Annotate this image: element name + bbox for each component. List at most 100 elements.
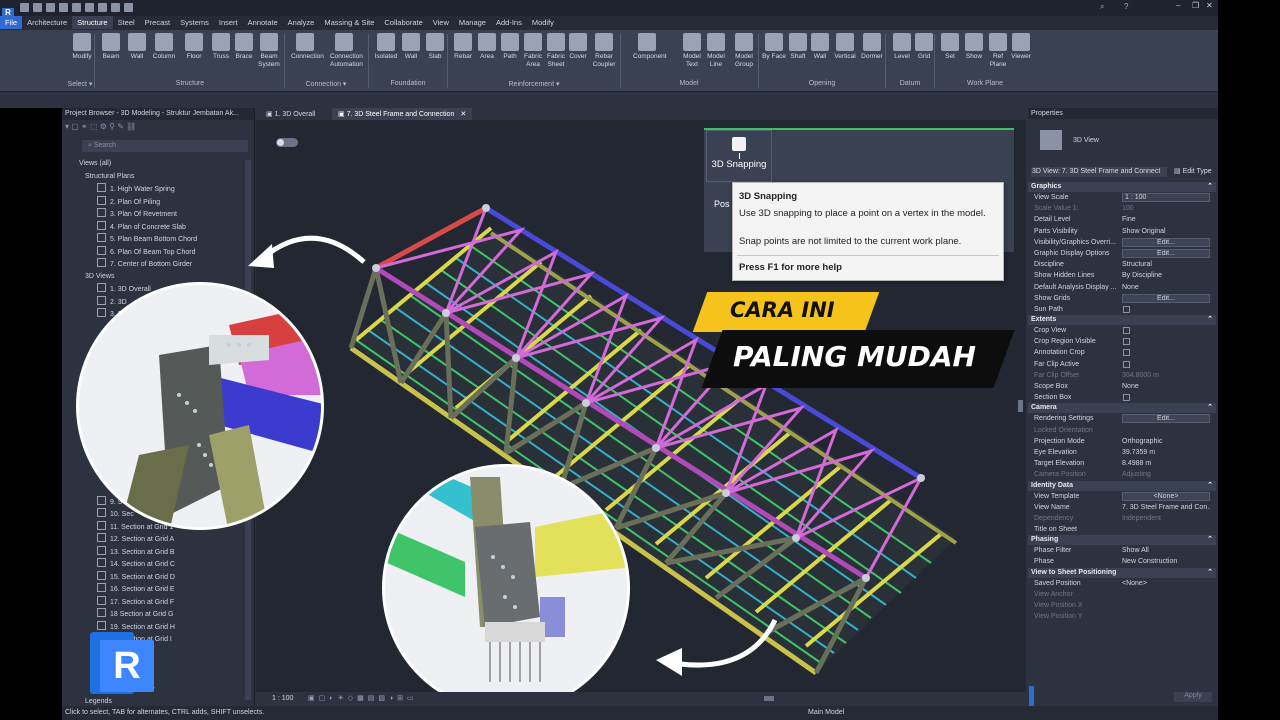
tree-3d-views[interactable]: 3D Views bbox=[62, 271, 247, 284]
tree-view-item[interactable]: 7. Center of Bottom Girder bbox=[62, 258, 247, 271]
component-button[interactable]: Component bbox=[633, 33, 667, 61]
rebar-coupler-button[interactable]: Rebar Coupler bbox=[590, 33, 618, 69]
prop-value[interactable]: 39.7359 m bbox=[1122, 447, 1210, 458]
prop-section-graphics[interactable]: Graphics ⌃ bbox=[1028, 182, 1216, 192]
tab-collaborate[interactable]: Collaborate bbox=[379, 16, 427, 29]
tree-structural-plans[interactable]: Structural Plans bbox=[62, 171, 247, 184]
prop-value[interactable]: New Construction bbox=[1122, 556, 1210, 567]
vertical-scrollbar[interactable] bbox=[1018, 400, 1023, 412]
tree-view-item[interactable]: 17. Section at Grid F bbox=[62, 596, 247, 609]
tree-view-item[interactable]: 16. Section at Grid E bbox=[62, 583, 247, 596]
checkbox[interactable] bbox=[1123, 360, 1130, 368]
minimize-icon[interactable]: – bbox=[1176, 1, 1180, 10]
tree-view-item[interactable]: 4. Plan of Concrete Slab bbox=[62, 221, 247, 234]
tree-view-item[interactable]: 3. Plan Of Revetment bbox=[62, 208, 247, 221]
view-selector[interactable]: 3D View: 7. 3D Steel Frame and Connect bbox=[1031, 167, 1167, 177]
undo-icon[interactable] bbox=[59, 3, 69, 12]
3d-snapping-button[interactable]: 3D Snapping bbox=[706, 130, 772, 182]
dormer-button[interactable]: Dormer bbox=[858, 33, 886, 61]
collapse-icon[interactable]: ⌃ bbox=[1207, 182, 1213, 192]
horizontal-scrollbar[interactable] bbox=[764, 696, 774, 701]
open-icon[interactable] bbox=[20, 3, 30, 12]
tree-view-item[interactable]: 15. Section at Grid D bbox=[62, 571, 247, 584]
ribbon-group-4[interactable]: Reinforcement ▾ bbox=[448, 80, 620, 88]
tab-manage[interactable]: Manage bbox=[454, 16, 491, 29]
tab-massing-site[interactable]: Massing & Site bbox=[319, 16, 379, 29]
checkbox[interactable] bbox=[1123, 327, 1130, 335]
checkbox[interactable] bbox=[1123, 338, 1130, 346]
prop-section-camera[interactable]: Camera ⌃ bbox=[1028, 403, 1216, 414]
prop-section-extents[interactable]: Extents ⌃ bbox=[1028, 315, 1216, 326]
view-controls[interactable]: ▣▢◐☀◇▦▤▨◑⊞▭ bbox=[308, 694, 418, 702]
tab-insert[interactable]: Insert bbox=[214, 16, 243, 29]
redo-icon[interactable] bbox=[72, 3, 82, 12]
prop-value[interactable]: Show Original bbox=[1122, 226, 1210, 237]
restore-icon[interactable]: ❐ bbox=[1192, 1, 1199, 10]
model-group-button[interactable]: Model Group bbox=[730, 33, 758, 69]
prop-value[interactable]: Show All bbox=[1122, 545, 1210, 556]
prop-value[interactable]: Adjusting bbox=[1122, 469, 1210, 480]
tree-view-item[interactable]: 1. High Water Spring bbox=[62, 183, 247, 196]
tree-view-item[interactable]: 18 Section at Grid G bbox=[62, 608, 247, 621]
3d-view-icon[interactable] bbox=[124, 3, 134, 12]
view-scale[interactable]: 1 : 100 bbox=[272, 695, 293, 702]
prop-section-phasing[interactable]: Phasing ⌃ bbox=[1028, 535, 1216, 546]
prop-edit-button[interactable]: <None> bbox=[1122, 491, 1210, 501]
ribbon-group-6[interactable]: Opening bbox=[759, 80, 885, 87]
panel-resize-handle[interactable] bbox=[1029, 686, 1034, 706]
tree-view-item[interactable]: 12. Section at Grid A bbox=[62, 533, 247, 546]
ribbon-group-1[interactable]: Structure bbox=[96, 80, 284, 87]
print-icon[interactable] bbox=[85, 3, 95, 12]
main-model[interactable]: Main Model bbox=[808, 709, 844, 716]
wall-button[interactable]: Wall bbox=[806, 33, 834, 61]
prop-edit-button[interactable]: Edit... bbox=[1122, 237, 1210, 247]
help-icon[interactable]: ? bbox=[1124, 2, 1128, 11]
edit-type-button[interactable]: ▤ Edit Type bbox=[1174, 167, 1212, 175]
tab-steel[interactable]: Steel bbox=[113, 16, 140, 29]
measure-icon[interactable] bbox=[98, 3, 108, 12]
connection-automation-button[interactable]: Connection Automation bbox=[330, 33, 363, 69]
apply-button[interactable]: Apply bbox=[1174, 692, 1212, 702]
ribbon-group-8[interactable]: Work Plane bbox=[935, 80, 1035, 87]
prop-value[interactable]: Structural bbox=[1122, 259, 1210, 270]
ribbon-group-5[interactable]: Model bbox=[621, 80, 757, 87]
tab-modify[interactable]: Modify bbox=[527, 16, 559, 29]
prop-value[interactable]: Orthographic bbox=[1122, 436, 1210, 447]
prop-value[interactable]: Fine bbox=[1122, 214, 1210, 225]
slab-button[interactable]: Slab bbox=[421, 33, 449, 61]
sync-icon[interactable] bbox=[46, 3, 56, 12]
tab-analyze[interactable]: Analyze bbox=[283, 16, 320, 29]
tree-view-item[interactable]: 2. Plan Of Piling bbox=[62, 196, 247, 209]
prop-value[interactable]: By Discipline bbox=[1122, 270, 1210, 281]
checkbox[interactable] bbox=[1123, 305, 1130, 313]
browser-search-input[interactable]: ⌕ Search bbox=[82, 140, 248, 152]
wall-button[interactable]: Wall bbox=[123, 33, 151, 61]
prop-value[interactable]: Independent bbox=[1122, 513, 1210, 524]
save-icon[interactable] bbox=[33, 3, 43, 12]
ribbon-group-7[interactable]: Datum bbox=[886, 80, 934, 87]
prop-value[interactable]: 304.8000 m bbox=[1122, 370, 1210, 381]
cover-button[interactable]: Cover bbox=[564, 33, 592, 61]
collapse-icon[interactable]: ⌃ bbox=[1207, 535, 1213, 545]
close-icon[interactable]: ✕ bbox=[1206, 1, 1213, 10]
floor-button[interactable]: Floor bbox=[180, 33, 208, 61]
prop-value[interactable]: <None> bbox=[1122, 578, 1210, 589]
text-icon[interactable] bbox=[111, 3, 121, 12]
model-line-button[interactable]: Model Line bbox=[702, 33, 730, 69]
prop-section-view-to-sheet-positioning[interactable]: View to Sheet Positioning ⌃ bbox=[1028, 567, 1216, 578]
browser-toolbar[interactable]: ▾ ▢ ⚭ ⬚ ⚙ ⚲ ✎ ⛓ bbox=[65, 122, 136, 131]
modify-button[interactable]: Modify bbox=[68, 33, 96, 61]
beam-button[interactable]: Beam bbox=[97, 33, 125, 61]
prop-value[interactable]: None bbox=[1122, 381, 1210, 392]
tab-add-ins[interactable]: Add-Ins bbox=[491, 16, 527, 29]
vertical-button[interactable]: Vertical bbox=[831, 33, 859, 61]
brace-button[interactable]: Brace bbox=[230, 33, 258, 61]
prop-value[interactable]: 7. 3D Steel Frame and Con... bbox=[1122, 502, 1210, 513]
tab-view[interactable]: View bbox=[428, 16, 454, 29]
tree-view-item[interactable]: 6. Plan Of Beam Top Chord bbox=[62, 246, 247, 259]
collapse-icon[interactable]: ⌃ bbox=[1207, 403, 1213, 413]
column-button[interactable]: Column bbox=[150, 33, 178, 61]
prop-edit-button[interactable]: Edit... bbox=[1122, 414, 1210, 424]
tab-structure[interactable]: Structure bbox=[72, 16, 113, 29]
tab-precast[interactable]: Precast bbox=[140, 16, 175, 29]
